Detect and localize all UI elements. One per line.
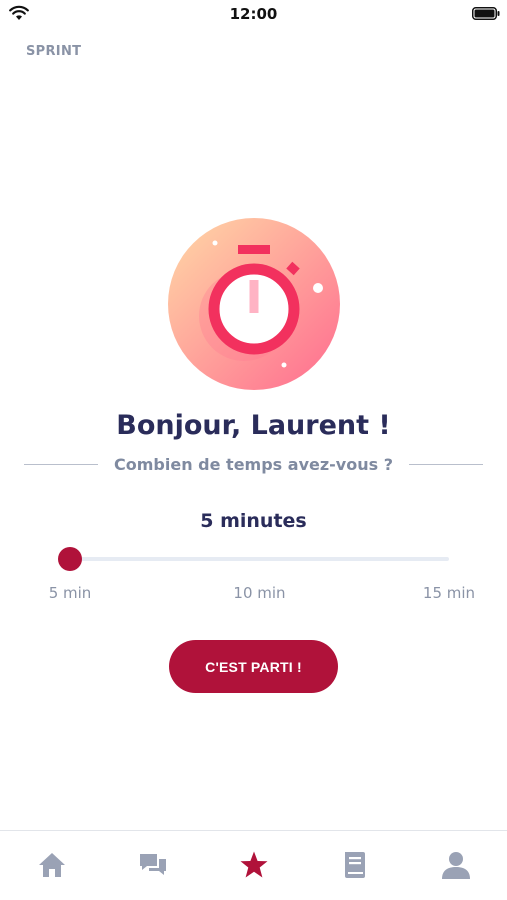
book-icon (345, 852, 365, 878)
tab-chat[interactable] (137, 849, 169, 881)
greeting-title: Bonjour, Laurent ! (116, 410, 391, 441)
duration-slider[interactable] (58, 547, 449, 571)
sprint-screen: 12:00 SPRINT Bonjour, Laurent ! Combien … (0, 0, 507, 900)
duration-value: 5 minutes (200, 510, 307, 532)
stopwatch-icon (168, 218, 340, 390)
subtitle: Combien de temps avez-vous ? (114, 454, 393, 474)
slider-thumb[interactable] (58, 547, 82, 571)
chat-icon (140, 854, 166, 875)
status-time: 12:00 (229, 5, 278, 23)
home-icon (39, 853, 65, 877)
tab-library[interactable] (339, 849, 371, 881)
tab-profile[interactable] (440, 849, 472, 881)
profile-icon (442, 852, 470, 879)
battery-icon (472, 7, 500, 20)
tab-bar (0, 830, 507, 900)
divider-right (408, 463, 483, 465)
divider-left (24, 463, 99, 465)
page-title: SPRINT (26, 44, 82, 59)
tab-home[interactable] (36, 849, 68, 881)
slider-label-max: 15 min (422, 584, 476, 602)
status-bar: 12:00 (0, 0, 507, 28)
slider-label-min: 5 min (48, 584, 92, 602)
start-button[interactable]: C'EST PARTI ! (169, 640, 338, 693)
star-icon (240, 851, 268, 878)
slider-labels: 5 min 10 min 15 min (0, 584, 507, 604)
subtitle-row: Combien de temps avez-vous ? (24, 452, 483, 476)
slider-label-mid: 10 min (233, 584, 286, 602)
tab-sprint[interactable] (238, 849, 270, 881)
